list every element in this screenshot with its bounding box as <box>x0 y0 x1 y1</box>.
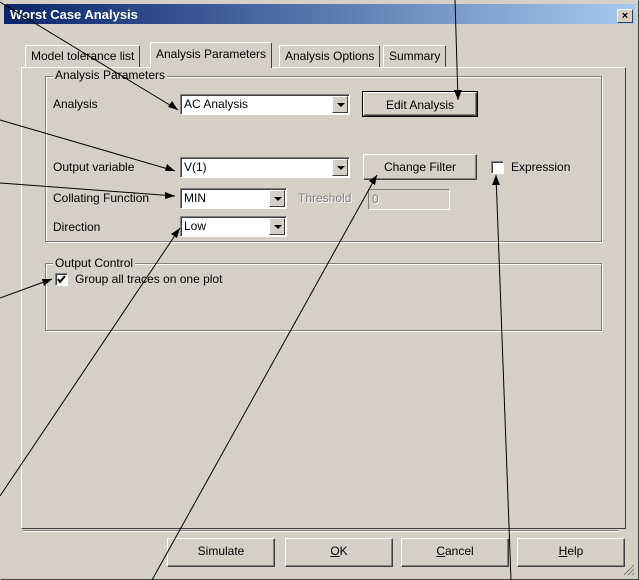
help-button[interactable]: Help <box>517 538 625 567</box>
help-label: Help <box>559 544 584 558</box>
change-filter-button[interactable]: Change Filter <box>363 154 477 180</box>
close-icon[interactable]: × <box>617 9 633 23</box>
threshold-field: 0 <box>368 189 450 210</box>
tab-analysis-options[interactable]: Analysis Options <box>279 45 381 67</box>
tab-summary[interactable]: Summary <box>383 45 447 67</box>
chevron-down-icon[interactable] <box>332 159 348 176</box>
analysis-parameters-legend: Analysis Parameters <box>53 68 168 82</box>
group-traces-label: Group all traces on one plot <box>75 272 223 286</box>
cancel-button[interactable]: Cancel <box>401 538 509 567</box>
tab-label: Analysis Parameters <box>156 47 267 61</box>
edit-analysis-button[interactable]: Edit Analysis <box>362 91 478 117</box>
chevron-down-icon[interactable] <box>269 218 285 235</box>
collating-function-label: Collating Function <box>53 191 150 205</box>
direction-select[interactable]: Low <box>180 216 287 237</box>
change-filter-label: Change Filter <box>383 160 457 174</box>
footer-separator <box>23 530 618 532</box>
window-title: Worst Case Analysis <box>10 7 138 22</box>
ok-button[interactable]: OK <box>285 538 393 567</box>
simulate-button[interactable]: Simulate <box>167 538 275 567</box>
direction-label: Direction <box>53 220 101 234</box>
threshold-value: 0 <box>372 192 379 206</box>
cancel-rest: ancel <box>444 544 474 558</box>
cancel-label: Cancel <box>436 544 473 558</box>
analysis-select[interactable]: AC Analysis <box>180 94 350 115</box>
analysis-value: AC Analysis <box>184 97 249 111</box>
edit-analysis-label: Edit Analysis <box>385 98 455 112</box>
chevron-down-icon[interactable] <box>332 96 348 113</box>
simulate-label: Simulate <box>197 544 245 558</box>
expression-checkbox[interactable] <box>491 161 504 174</box>
tab-analysis-parameters[interactable]: Analysis Parameters <box>150 42 273 68</box>
collating-function-select[interactable]: MIN <box>180 188 287 209</box>
group-traces-checkbox[interactable] <box>55 273 68 286</box>
ok-rest: K <box>339 544 348 558</box>
tab-label: Model tolerance list <box>31 49 135 63</box>
analysis-label: Analysis <box>53 97 98 111</box>
tab-label: Summary <box>389 49 441 63</box>
direction-value: Low <box>184 219 207 233</box>
collating-function-value: MIN <box>184 191 206 205</box>
tab-label: Analysis Options <box>285 49 375 63</box>
help-rest: elp <box>567 544 584 558</box>
output-variable-value: V(1) <box>184 160 207 174</box>
threshold-label: Threshold <box>298 191 352 205</box>
ok-label: OK <box>330 544 347 558</box>
ok-mnemonic: O <box>330 544 340 558</box>
dialog-window: Worst Case Analysis × Model tolerance li… <box>0 0 639 580</box>
checkmark-icon <box>57 275 66 284</box>
chevron-down-icon[interactable] <box>269 190 285 207</box>
resize-grip-icon[interactable] <box>623 564 635 576</box>
title-bar[interactable]: Worst Case Analysis × <box>4 4 635 24</box>
output-variable-select[interactable]: V(1) <box>180 157 350 178</box>
cancel-mnemonic: C <box>436 544 445 558</box>
output-control-legend: Output Control <box>53 256 136 270</box>
tab-model-tolerance-list[interactable]: Model tolerance list <box>25 45 141 67</box>
expression-label: Expression <box>511 160 571 174</box>
output-variable-label: Output variable <box>53 160 135 174</box>
